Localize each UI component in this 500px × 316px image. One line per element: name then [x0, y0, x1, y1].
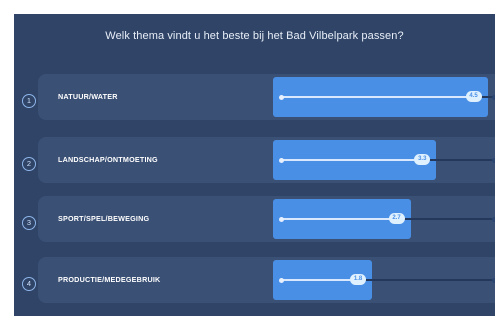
rating-row-productie-medegebruik: PRODUCTIE/MEDEGEBRUIK 1.8 5 — [38, 257, 495, 303]
item-number-badge: 1 — [22, 94, 36, 108]
rating-slider-track: 2.7 — [279, 213, 495, 224]
rating-row-natuur-water: NATUUR/WATER 4.5 5 — [38, 74, 495, 120]
rating-slider-track: 1.8 — [279, 274, 495, 285]
slider-handle[interactable]: 1.8 — [350, 274, 367, 285]
slider-start-dot — [279, 94, 284, 100]
rating-row-landschap-ontmoeting: LANDSCHAP/ONTMOETING 3.3 5 — [38, 137, 495, 183]
rating-label: PRODUCTIE/MEDEGEBRUIK — [58, 275, 161, 284]
slider-handle[interactable]: 4.5 — [465, 91, 482, 102]
item-number-badge: 4 — [22, 277, 36, 291]
slider-end-dot — [492, 216, 495, 222]
item-number-badge: 2 — [22, 157, 36, 171]
slider-end-dot — [492, 277, 495, 283]
slider-start-dot — [279, 277, 284, 283]
slider-handle[interactable]: 3.3 — [414, 154, 431, 165]
slider-handle[interactable]: 2.7 — [388, 213, 405, 224]
rating-label: LANDSCHAP/ONTMOETING — [58, 155, 158, 164]
rating-slider-track: 4.5 — [279, 91, 495, 102]
slider-end-dot — [492, 157, 495, 163]
question-title: Welk thema vindt u het beste bij het Bad… — [105, 30, 404, 42]
slider-end-dot — [492, 94, 495, 100]
slider-progress — [281, 159, 423, 161]
item-number-badge: 3 — [22, 216, 36, 230]
rating-label: SPORT/SPEL/BEWEGING — [58, 214, 150, 223]
slider-progress — [281, 218, 397, 220]
rating-label: NATUUR/WATER — [58, 92, 118, 101]
slider-start-dot — [279, 157, 284, 163]
rating-slider-track: 3.3 — [279, 154, 495, 165]
slider-progress — [281, 279, 359, 281]
slider-start-dot — [279, 216, 284, 222]
slider-progress — [281, 96, 474, 98]
rating-row-sport-spel-beweging: SPORT/SPEL/BEWEGING 2.7 5 — [38, 196, 495, 242]
survey-panel: Welk thema vindt u het beste bij het Bad… — [14, 14, 495, 316]
